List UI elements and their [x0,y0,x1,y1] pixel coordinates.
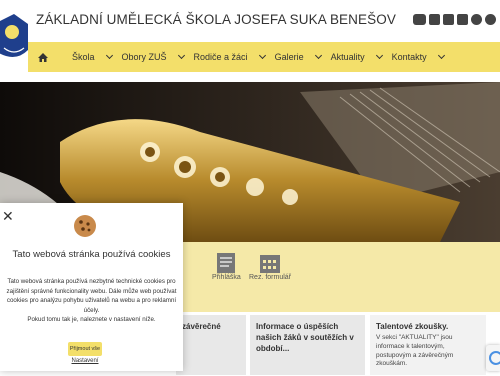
news-card-title: Informace o úspěších našich žáků v soutě… [256,322,354,354]
chevron-down-icon [375,51,383,60]
news-card-title: závěrečné [182,322,221,331]
site-header: ZÁKLADNÍ UMĚLECKÁ ŠKOLA JOSEFA SUKA BENE… [0,0,500,57]
home-icon [38,52,48,62]
quick-link-prihlaska[interactable]: Přihláška [212,252,241,281]
calendar-grid-icon [260,255,280,273]
facebook-icon[interactable] [457,14,468,25]
school-logo[interactable] [0,4,28,70]
social-links [413,14,496,25]
nav-item-label: Aktuality [330,52,365,62]
nav-item-galerie[interactable]: Galerie [274,51,322,62]
chevron-down-icon [314,51,322,60]
nav-item-label: Obory ZUŠ [121,52,167,62]
main-nav: Škola Obory ZUŠ Rodiče a žáci Galerie Ak… [28,42,500,72]
cookie-text-more: Pokud tomu tak je, naleznete v nastavení… [27,316,156,324]
chevron-down-icon [437,51,445,60]
news-card[interactable]: Informace o úspěších našich žáků v soutě… [250,315,365,375]
news-card[interactable]: Talentové zkoušky. V sekci "AKTUALITY" j… [370,315,486,375]
nav-item-aktuality[interactable]: Aktuality [330,51,383,62]
home-link[interactable] [28,52,58,62]
nav-item-label: Rodiče a žáci [193,52,248,62]
cookie-icon [74,215,96,237]
application-form-icon [217,253,236,273]
quick-link-label: Rez. formulář [249,274,292,281]
instagram-icon[interactable] [471,14,482,25]
news-card-title: Talentové zkoušky. [376,322,449,331]
excel-icon[interactable] [443,14,454,25]
cookie-text: Tato webová stránka používá nezbytné tec… [4,277,179,325]
email-icon[interactable] [485,14,496,25]
news-card-text: V sekci "AKTUALITY" jsou informace k tal… [376,334,454,368]
news-card[interactable]: závěrečné [176,315,246,375]
nav-item-label: Kontakty [391,52,427,62]
quick-link-rez-formular[interactable]: Rez. formulář [249,252,291,281]
chevron-down-icon [105,51,113,60]
nav-item-skola[interactable]: Škola [72,51,113,62]
calendar-icon[interactable] [429,14,440,25]
chevron-down-icon [177,51,185,60]
youtube-icon[interactable] [413,14,426,25]
close-icon[interactable]: ✕ [2,209,14,223]
nav-item-rodice[interactable]: Rodiče a žáci [193,51,266,62]
nav-item-obory[interactable]: Obory ZUŠ [121,51,185,62]
cookie-dialog: ✕ Tato webová stránka používá cookies Ta… [0,203,183,371]
cookie-settings-link[interactable]: Nastavení [0,358,170,364]
chevron-down-icon [258,51,266,60]
cookie-title: Tato webová stránka používá cookies [12,249,171,260]
accept-all-button[interactable]: Přijmout vše [68,342,102,356]
recaptcha-icon [489,351,500,365]
nav-item-kontakty[interactable]: Kontakty [391,51,445,62]
site-title[interactable]: ZÁKLADNÍ UMĚLECKÁ ŠKOLA JOSEFA SUKA BENE… [36,12,396,27]
nav-item-label: Škola [72,52,95,62]
cookie-text-main: Tato webová stránka používá nezbytné tec… [6,278,177,314]
recaptcha-badge[interactable] [486,345,500,371]
quick-link-label: Přihláška [212,274,241,281]
nav-item-label: Galerie [274,52,304,62]
